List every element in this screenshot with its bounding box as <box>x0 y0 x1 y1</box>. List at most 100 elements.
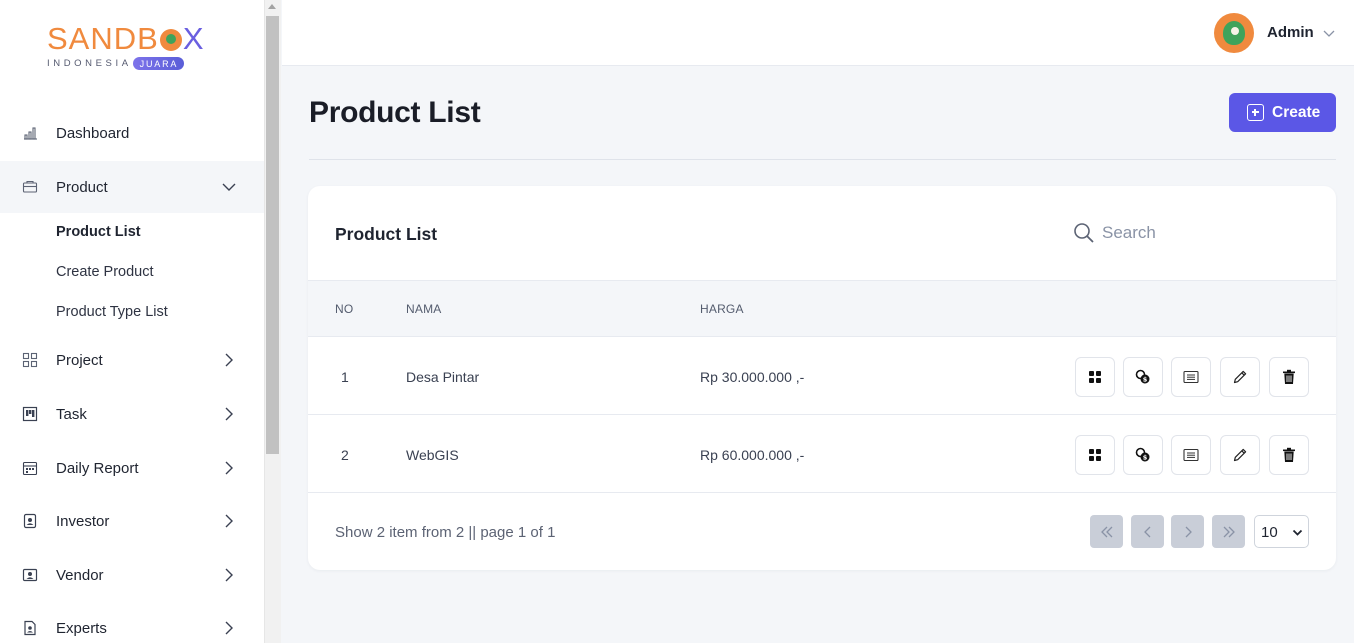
chevrons-left-icon <box>1100 526 1112 537</box>
sidebar-item-investor[interactable]: Investor <box>0 495 264 547</box>
bar-chart-icon <box>22 125 38 141</box>
user-name[interactable]: Admin <box>1267 24 1314 41</box>
cell-harga: Rp 60.000.000 ,- <box>700 447 805 463</box>
svg-text:$: $ <box>1143 376 1148 384</box>
plus-square-icon <box>1247 104 1264 121</box>
pagination-summary: Show 2 item from 2 || page 1 of 1 <box>335 524 556 541</box>
sidebar-item-label: Experts <box>56 619 107 637</box>
chevron-down-icon <box>1292 529 1303 536</box>
first-page-button[interactable] <box>1090 515 1123 548</box>
prev-page-button[interactable] <box>1131 515 1164 548</box>
chevron-right-icon <box>225 621 233 635</box>
trash-icon <box>1283 369 1295 384</box>
logo-text-right: X <box>182 21 205 56</box>
sidebar-subitem-product-list[interactable]: Product List <box>56 224 141 240</box>
edit-button[interactable] <box>1220 435 1260 475</box>
sidebar-subitem-create-product[interactable]: Create Product <box>56 264 154 280</box>
coins-icon: $ <box>1135 447 1150 462</box>
scrollbar-thumb[interactable] <box>266 16 279 454</box>
sidebar-item-daily-report[interactable]: Daily Report <box>0 442 264 494</box>
pencil-icon <box>1233 448 1247 462</box>
sidebar-item-product[interactable]: Product <box>0 161 264 213</box>
sidebar-item-dashboard[interactable]: Dashboard <box>0 107 264 159</box>
sidebar: SANDB X INDONESIA JUARA Dashboard Product… <box>0 0 264 643</box>
avatar[interactable] <box>1214 13 1254 53</box>
table-header: NO NAMA HARGA <box>308 280 1336 337</box>
description-button[interactable] <box>1171 435 1211 475</box>
rocket-logo-icon <box>159 29 182 51</box>
logo-subtitle: INDONESIA JUARA <box>47 57 217 70</box>
grid-view-icon <box>1089 371 1101 383</box>
kanban-icon <box>22 406 38 422</box>
detail-button[interactable] <box>1075 357 1115 397</box>
table-row: 2 WebGIS Rp 60.000.000 ,- $ <box>308 415 1336 493</box>
sidebar-item-vendor[interactable]: Vendor <box>0 549 264 601</box>
list-detail-icon <box>1183 370 1199 384</box>
column-header-harga: HARGA <box>700 302 744 316</box>
grid-icon <box>22 352 38 368</box>
logo-text-left: SANDB <box>47 21 159 56</box>
search-icon <box>1074 223 1094 243</box>
page-size-value: 10 <box>1261 524 1278 541</box>
pencil-icon <box>1233 370 1247 384</box>
grid-view-icon <box>1089 449 1101 461</box>
sidebar-subitem-product-type-list[interactable]: Product Type List <box>56 304 168 320</box>
file-user-icon <box>22 620 38 636</box>
sidebar-item-label: Project <box>56 351 103 369</box>
calendar-icon <box>22 460 38 476</box>
sidebar-item-project[interactable]: Project <box>0 334 264 386</box>
coins-icon: $ <box>1135 369 1150 384</box>
top-header: Admin <box>282 0 1354 66</box>
chevrons-right-icon <box>1223 526 1235 537</box>
create-button[interactable]: Create <box>1229 93 1336 132</box>
sidebar-item-label: Vendor <box>56 566 104 584</box>
payment-button[interactable]: $ <box>1123 435 1163 475</box>
column-header-no: NO <box>335 302 354 316</box>
search-input[interactable] <box>1102 219 1302 247</box>
last-page-button[interactable] <box>1212 515 1245 548</box>
delete-button[interactable] <box>1269 357 1309 397</box>
sidebar-item-label: Task <box>56 405 87 423</box>
delete-button[interactable] <box>1269 435 1309 475</box>
chevron-left-icon <box>1143 526 1150 537</box>
sidebar-item-label: Daily Report <box>56 459 139 477</box>
chevron-down-icon[interactable] <box>1322 26 1336 40</box>
product-list-card: Product List NO NAMA HARGA 1 Desa Pintar… <box>308 186 1336 570</box>
chevron-right-icon <box>225 461 233 475</box>
id-card-icon <box>22 567 38 583</box>
page-size-select[interactable]: 10 <box>1254 515 1309 548</box>
folder-icon <box>22 179 38 195</box>
chevron-right-icon <box>225 568 233 582</box>
sidebar-item-experts[interactable]: Experts <box>0 602 264 643</box>
chevron-right-icon <box>225 353 233 367</box>
cell-harga: Rp 30.000.000 ,- <box>700 369 805 385</box>
page-title: Product List <box>309 96 481 129</box>
chevron-right-icon <box>225 514 233 528</box>
description-button[interactable] <box>1171 357 1211 397</box>
heading-divider <box>309 159 1336 160</box>
logo-wordmark: SANDB X <box>47 22 217 56</box>
next-page-button[interactable] <box>1171 515 1204 548</box>
table-row: 1 Desa Pintar Rp 30.000.000 ,- $ <box>308 337 1336 415</box>
list-detail-icon <box>1183 448 1199 462</box>
sidebar-item-label: Dashboard <box>56 124 130 142</box>
column-header-nama: NAMA <box>406 302 442 316</box>
badge-icon <box>22 513 38 529</box>
cell-no: 1 <box>341 369 349 385</box>
sandbox-logo[interactable]: SANDB X INDONESIA JUARA <box>47 22 217 78</box>
create-button-label: Create <box>1272 104 1321 121</box>
sidebar-item-task[interactable]: Task <box>0 388 264 440</box>
logo-badge: JUARA <box>132 57 185 70</box>
chevron-right-icon <box>225 407 233 421</box>
cell-nama: WebGIS <box>406 447 459 463</box>
detail-button[interactable] <box>1075 435 1115 475</box>
chevron-right-icon <box>1185 526 1192 537</box>
card-title: Product List <box>335 224 438 244</box>
trash-icon <box>1283 447 1295 462</box>
payment-button[interactable]: $ <box>1123 357 1163 397</box>
scroll-up-arrow-icon[interactable] <box>268 4 276 9</box>
sidebar-item-label: Investor <box>56 512 110 530</box>
edit-button[interactable] <box>1220 357 1260 397</box>
svg-text:$: $ <box>1143 454 1148 462</box>
cell-no: 2 <box>341 447 349 463</box>
